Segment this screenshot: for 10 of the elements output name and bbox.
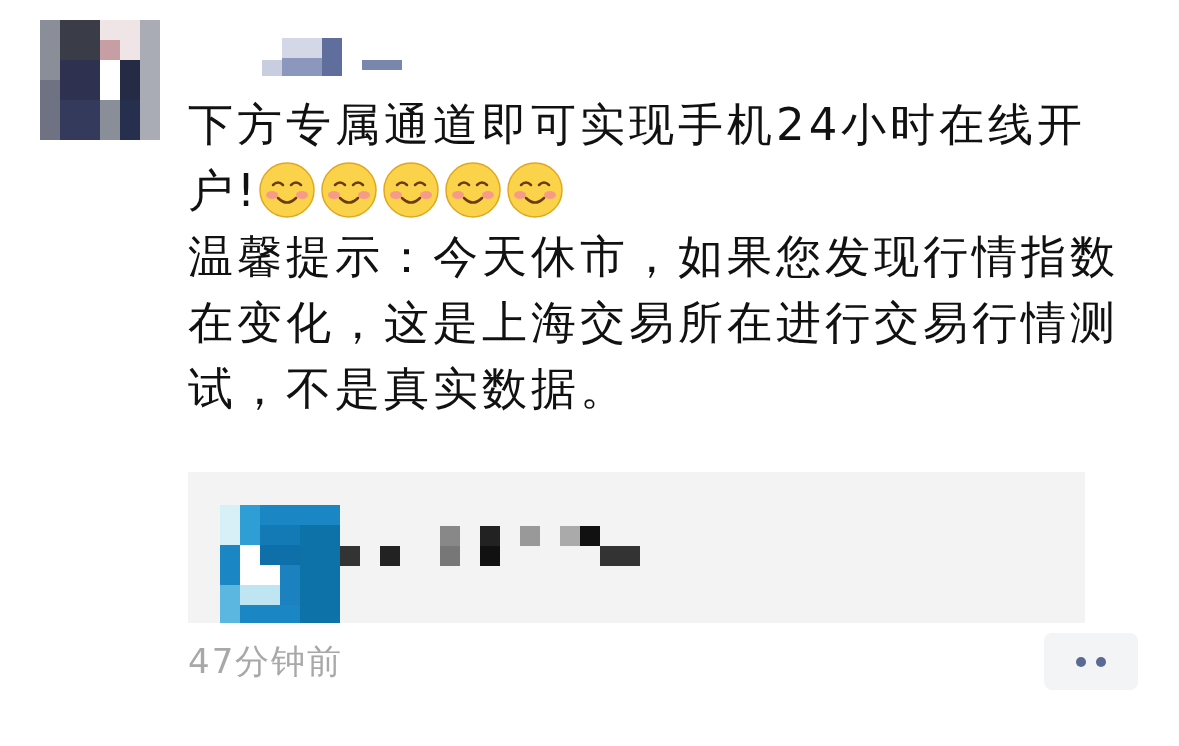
smiling-face-icon [383,162,440,218]
link-card[interactable] [188,472,1085,623]
smiling-face-icon [445,162,502,218]
post-text: 温馨提示：今天休市，如果您发现行情指数在变化，这是上海交易所在进行交易行情测试，不是真实数据。 [188,229,1120,417]
smiling-face-icon [259,162,316,218]
more-button[interactable] [1044,633,1138,690]
post-text: 下方专属通道即可实现手机24小时在线开户! [188,97,1088,220]
post-time: 47分钟前 [188,639,344,683]
smiling-face-icon [321,162,378,218]
smiling-face-icon [507,162,564,218]
